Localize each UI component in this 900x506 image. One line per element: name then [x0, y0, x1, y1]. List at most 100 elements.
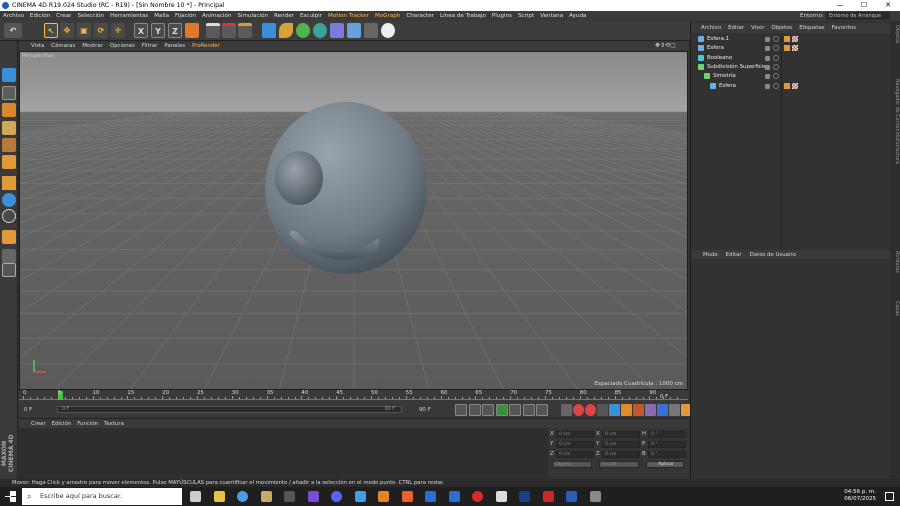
axis-x-button[interactable]: X	[134, 23, 148, 38]
menu-item-5[interactable]: Malla	[154, 13, 169, 19]
enable-check-icon[interactable]	[773, 36, 779, 42]
vegas-icon[interactable]	[448, 491, 460, 502]
previous-frame-icon[interactable]	[482, 404, 494, 416]
tweak-icon[interactable]	[2, 193, 16, 207]
attribute-menu-item-2[interactable]: Datos de Usuario	[750, 252, 796, 258]
menu-item-9[interactable]: Render	[274, 13, 294, 19]
close-button[interactable]: ✕	[876, 0, 900, 11]
menu-item-13[interactable]: Character	[406, 13, 434, 19]
keyframe-tool-icon[interactable]	[669, 404, 680, 416]
object-menu-item-1[interactable]: Editar	[728, 25, 744, 31]
maximize-button[interactable]: ☐	[852, 0, 876, 11]
phong-tag-icon[interactable]	[784, 82, 790, 89]
menu-item-7[interactable]: Animación	[202, 13, 231, 19]
object-menu-item-0[interactable]: Archivo	[701, 25, 721, 31]
adobe-icon[interactable]	[542, 491, 554, 502]
environment-select[interactable]: Entorno de Arranque	[826, 12, 890, 20]
right-tab-0[interactable]: Objetos	[891, 25, 899, 43]
object-menu-item-2[interactable]: Visor	[751, 25, 764, 31]
sketchbook-icon[interactable]	[260, 491, 272, 502]
snap-icon[interactable]	[2, 209, 16, 223]
move-icon[interactable]: ✥	[60, 23, 74, 38]
polygons-mode-icon[interactable]	[2, 155, 16, 169]
pen-spline-icon[interactable]	[279, 23, 293, 38]
star-icon[interactable]	[495, 491, 507, 502]
recent-tool-icon[interactable]: ✛	[111, 23, 125, 38]
material-menu-item-1[interactable]: Edición	[52, 421, 72, 427]
deformer-icon[interactable]	[330, 23, 344, 38]
keyframe-tool-icon[interactable]	[561, 404, 572, 416]
rotation-field[interactable]: 0 °	[648, 451, 686, 458]
play-icon[interactable]	[495, 404, 508, 416]
enable-check-icon[interactable]	[773, 63, 779, 70]
start-frame-field[interactable]: 0 F	[62, 407, 69, 412]
rotate-icon[interactable]: ⟳	[94, 23, 108, 38]
end-frame-field[interactable]: 90 F	[385, 407, 395, 413]
frame-range-slider[interactable]: 0 F 90 F	[57, 406, 402, 413]
stream-icon[interactable]	[354, 491, 366, 502]
go-to-end-icon[interactable]	[536, 404, 548, 416]
current-frame-field[interactable]: 0 F	[24, 407, 32, 413]
menu-item-12[interactable]: MoGraph	[375, 13, 400, 19]
enable-check-icon[interactable]	[773, 54, 779, 61]
object-row[interactable]: Simetría	[691, 72, 891, 81]
visibility-dots-icon[interactable]	[765, 55, 770, 61]
next-frame-icon[interactable]	[509, 404, 521, 416]
minimize-button[interactable]: —	[828, 0, 852, 11]
coordinate-mode-select[interactable]: Objeto	[552, 461, 592, 468]
cinema4d-icon[interactable]	[425, 491, 436, 502]
keyframe-tool-icon[interactable]	[573, 404, 584, 416]
visibility-dots-icon[interactable]	[765, 74, 770, 80]
keyframe-tool-icon[interactable]	[621, 404, 632, 416]
planar-workplane-icon[interactable]	[2, 249, 16, 263]
scale-mode-select[interactable]: Escala	[599, 461, 639, 468]
enable-check-icon[interactable]	[773, 82, 779, 89]
vlc-icon[interactable]	[378, 491, 389, 502]
enable-check-icon[interactable]	[773, 73, 779, 80]
axis-z-button[interactable]: Z	[168, 23, 182, 38]
attribute-menu-item-0[interactable]: Modo	[703, 252, 718, 258]
visibility-dots-icon[interactable]	[765, 83, 770, 89]
object-menu-item-5[interactable]: Favoritos	[832, 25, 856, 31]
render-view-icon[interactable]	[206, 23, 220, 38]
phong-tag-icon[interactable]	[792, 36, 798, 42]
edges-mode-icon[interactable]	[2, 138, 16, 152]
windows-start-icon[interactable]	[5, 491, 16, 502]
keyframe-tool-icon[interactable]	[657, 404, 668, 416]
light-icon[interactable]	[381, 23, 395, 38]
size-field[interactable]: 0 cm	[602, 451, 640, 458]
visibility-dots-icon[interactable]	[765, 64, 770, 70]
material-menu-item-2[interactable]: Función	[77, 421, 98, 427]
task-view-icon[interactable]	[190, 491, 201, 502]
object-row[interactable]: Esfera	[691, 44, 891, 53]
texture-mode-icon[interactable]	[2, 86, 16, 100]
right-tab-4[interactable]: Capas	[891, 301, 899, 316]
taskbar-clock[interactable]: 04:56 p. m. 06/07/2025	[844, 489, 876, 503]
position-field[interactable]: 0 cm	[556, 451, 594, 458]
enable-check-icon[interactable]	[773, 45, 779, 52]
visibility-dots-icon[interactable]	[765, 37, 770, 42]
coordinate-system-icon[interactable]	[185, 23, 199, 38]
previous-key-icon[interactable]	[468, 404, 481, 416]
undo-icon[interactable]: ↶	[4, 23, 22, 38]
material-tag-icon[interactable]	[792, 82, 798, 89]
viewport-menu-item-1[interactable]: Cámaras	[51, 43, 75, 49]
right-tab-2[interactable]: Estructura	[891, 139, 899, 164]
array-icon[interactable]	[313, 23, 327, 38]
render-settings-icon[interactable]	[238, 23, 252, 38]
obs-icon[interactable]	[307, 491, 319, 502]
menu-item-17[interactable]: Ventana	[540, 13, 563, 19]
word-icon[interactable]	[566, 491, 577, 502]
cinema4d-alt-icon[interactable]	[589, 491, 601, 502]
visibility-dots-icon[interactable]	[765, 46, 770, 52]
menu-item-8[interactable]: Simulación	[237, 13, 268, 19]
object-row[interactable]: Subdivisión Superficie	[691, 63, 891, 72]
menu-item-15[interactable]: Plugins	[492, 13, 512, 19]
menu-item-6[interactable]: Fijación	[175, 13, 196, 19]
keyframe-tool-icon[interactable]	[609, 404, 620, 416]
menu-item-3[interactable]: Selección	[77, 13, 104, 19]
material-tag-icon[interactable]	[784, 45, 790, 52]
firefox-icon[interactable]	[401, 491, 413, 502]
position-field[interactable]: 0 cm	[556, 441, 594, 448]
menu-item-0[interactable]: Archivo	[3, 13, 24, 19]
